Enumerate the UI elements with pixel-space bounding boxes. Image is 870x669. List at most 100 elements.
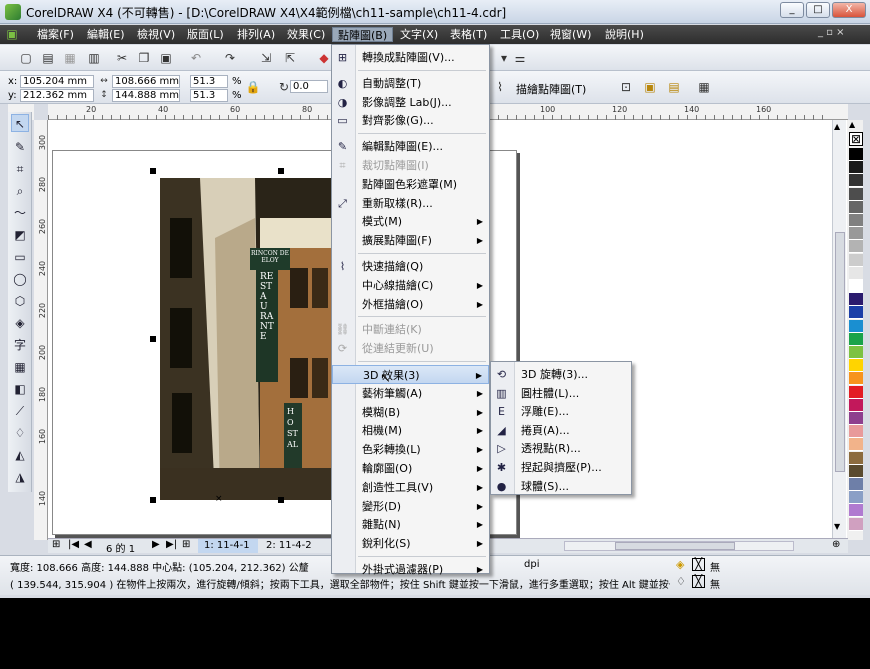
interactive-fill-tool-icon[interactable]: ◮ [11, 468, 29, 486]
resample-toolbar-icon[interactable]: ▤ [666, 79, 682, 95]
zoom-navigator-icon[interactable]: ⊕ [832, 539, 840, 550]
bitmaps-menu-item[interactable]: 模糊(B) ▶ [332, 403, 489, 422]
menu-arrange[interactable]: 排列(A) [232, 27, 280, 42]
color-swatch[interactable] [849, 266, 863, 280]
save-icon[interactable]: ▦ [62, 50, 78, 66]
color-swatch[interactable] [849, 372, 863, 386]
color-swatch[interactable] [849, 359, 863, 373]
vertical-scrollbar[interactable]: ▲ ▼ [832, 120, 846, 538]
add-page-after-icon[interactable]: ⊞ [182, 539, 190, 550]
menu-table[interactable]: 表格(T) [445, 27, 492, 42]
pick-tool-icon[interactable]: ↖ [11, 114, 29, 132]
minimize-button[interactable]: _ [780, 2, 804, 18]
color-swatch[interactable] [849, 319, 863, 333]
3d-effect-menu-item[interactable]: E 浮雕(E)... [491, 402, 631, 421]
selection-handle-tl[interactable] [150, 168, 156, 174]
y-position-field[interactable]: 212.362 mm [20, 89, 94, 102]
color-swatch[interactable] [849, 306, 863, 320]
bitmaps-menu-item[interactable]: 外掛式過濾器(P) ▶ [332, 560, 489, 579]
paste-icon[interactable]: ▣ [158, 50, 174, 66]
color-swatch[interactable] [849, 280, 863, 293]
menu-layout[interactable]: 版面(L) [182, 27, 229, 42]
color-swatch[interactable] [849, 253, 863, 267]
color-swatch[interactable] [849, 187, 863, 201]
bitmaps-menu-item[interactable]: 創造性工具(V) ▶ [332, 478, 489, 497]
color-swatch[interactable] [849, 293, 863, 307]
bitmaps-menu-item[interactable]: 輪廓圖(O) ▶ [332, 459, 489, 478]
app-launcher-icon[interactable]: ◆ [316, 50, 332, 66]
color-swatch[interactable] [849, 240, 863, 254]
bitmaps-menu-item[interactable]: 3D 效果(3) ▶ [332, 365, 489, 384]
selection-handle-ml[interactable] [150, 336, 156, 342]
page-tab-2[interactable]: 2: 11-4-2 [260, 539, 320, 553]
color-swatch[interactable] [849, 161, 863, 175]
polygon-tool-icon[interactable]: ⬡ [11, 292, 29, 310]
next-page-icon[interactable]: ▶ [152, 539, 160, 550]
cut-icon[interactable]: ✂ [114, 50, 130, 66]
mdi-controls[interactable]: _ ▫ × [818, 27, 845, 38]
color-mask-icon[interactable]: ▣ [642, 79, 658, 95]
bitmaps-menu-item[interactable]: ⌇ 快速描繪(Q) [332, 257, 489, 276]
zoom-tool-icon[interactable]: ⌕ [11, 182, 29, 200]
bitmaps-menu-item[interactable]: ▭ 對齊影像(G)... [332, 111, 489, 130]
redo-icon[interactable]: ↷ [222, 50, 238, 66]
scale-y-field[interactable]: 51.3 [190, 89, 228, 102]
color-swatch[interactable] [849, 385, 863, 399]
new-icon[interactable]: ▢ [18, 50, 34, 66]
prev-page-icon[interactable]: ◀ [84, 539, 92, 550]
menu-file[interactable]: 檔案(F) [32, 27, 79, 42]
shape-tool-icon[interactable]: ✎ [11, 138, 29, 156]
color-swatch[interactable] [849, 332, 863, 346]
bitmaps-menu-item[interactable]: 雜點(N) ▶ [332, 515, 489, 534]
doc-icon[interactable]: ▣ [4, 26, 20, 42]
page-tab-1[interactable]: 1: 11-4-1 [198, 539, 258, 553]
color-swatch[interactable] [849, 227, 863, 241]
first-page-icon[interactable]: |◀ [68, 539, 79, 550]
color-swatch[interactable] [849, 438, 863, 452]
basic-shapes-tool-icon[interactable]: ◈ [11, 314, 29, 332]
add-page-icon[interactable]: ⊞ [52, 539, 60, 550]
bitmaps-menu-item[interactable]: 擴展點陣圖(F) ▶ [332, 231, 489, 250]
menu-edit[interactable]: 編輯(E) [82, 27, 130, 42]
color-swatch[interactable] [849, 451, 863, 465]
rectangle-tool-icon[interactable]: ▭ [11, 248, 29, 266]
menu-text[interactable]: 文字(X) [395, 27, 443, 42]
menu-effects[interactable]: 效果(C) [282, 27, 330, 42]
bitmaps-menu-item[interactable]: ◑ 影像調整 Lab(J)... [332, 93, 489, 112]
bitmaps-menu-item[interactable]: 藝術筆觸(A) ▶ [332, 384, 489, 403]
undo-icon[interactable]: ↶ [188, 50, 204, 66]
interactive-blend-tool-icon[interactable]: ◧ [11, 380, 29, 398]
export-icon[interactable]: ⇱ [282, 50, 298, 66]
table-tool-icon[interactable]: ▦ [11, 358, 29, 376]
lock-ratio-icon[interactable]: 🔒 [245, 79, 261, 95]
bitmaps-menu-item[interactable]: 銳利化(S) ▶ [332, 534, 489, 553]
close-button[interactable]: X [832, 2, 866, 18]
bitmaps-menu-item[interactable]: 外框描繪(O) ▶ [332, 295, 489, 314]
width-field[interactable]: 108.666 mm [112, 75, 180, 88]
bitmaps-menu-item[interactable]: ✎ 編輯點陣圖(E)... [332, 137, 489, 156]
import-icon[interactable]: ⇲ [258, 50, 274, 66]
menu-tools[interactable]: 工具(O) [495, 27, 544, 42]
copy-icon[interactable]: ❐ [136, 50, 152, 66]
ellipse-tool-icon[interactable]: ◯ [11, 270, 29, 288]
trace-bitmap-button[interactable]: 描繪點陣圖(T) [516, 81, 586, 97]
smart-fill-tool-icon[interactable]: ◩ [11, 226, 29, 244]
color-swatch[interactable] [849, 504, 863, 518]
color-swatch[interactable] [849, 214, 863, 227]
horizontal-scroll-thumb[interactable] [615, 542, 735, 550]
color-swatch[interactable] [849, 491, 863, 505]
color-swatch[interactable] [849, 412, 863, 425]
text-tool-icon[interactable]: 字 [11, 336, 29, 354]
bitmaps-menu-item[interactable]: ⊞ 轉換成點陣圖(V)... [332, 48, 489, 67]
menu-view[interactable]: 檢視(V) [132, 27, 180, 42]
bitmaps-menu-item[interactable]: 中心線描繪(C) ▶ [332, 276, 489, 295]
color-swatch[interactable] [849, 200, 863, 214]
maximize-button[interactable]: □ [806, 2, 830, 18]
rotation-field[interactable]: 0.0 [290, 80, 328, 93]
open-icon[interactable]: ▤ [40, 50, 56, 66]
3d-effect-menu-item[interactable]: ⟲ 3D 旋轉(3)... [491, 365, 631, 384]
color-swatch[interactable] [849, 398, 863, 412]
scale-x-field[interactable]: 51.3 [190, 75, 228, 88]
last-page-icon[interactable]: ▶| [166, 539, 177, 550]
selected-bitmap-photo[interactable]: RINCON DE ELOY RESTAURANTE HOSTAL [160, 178, 332, 500]
